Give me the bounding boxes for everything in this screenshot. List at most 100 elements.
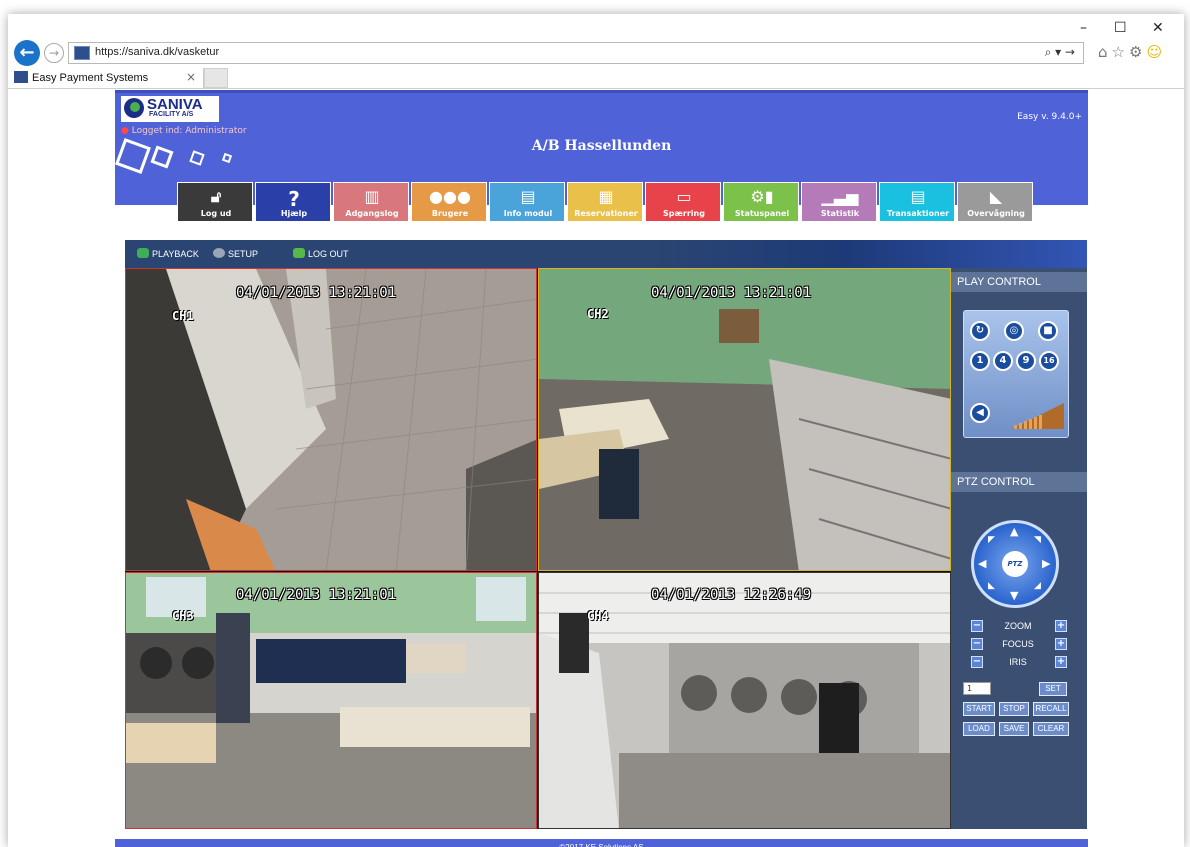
preset-number-input[interactable]: 1 xyxy=(963,682,991,695)
recall-button[interactable]: RECALL xyxy=(1033,702,1069,716)
bar-chart-icon: ▁▃▅ xyxy=(821,187,859,206)
save-button[interactable]: SAVE xyxy=(999,722,1029,736)
load-button[interactable]: LOAD xyxy=(963,722,995,736)
play-control-box: ↻ ◎ ■ 1 4 9 16 ◀ xyxy=(963,310,1069,438)
camera-channel-label: CH4 xyxy=(587,609,609,623)
camera-view-ch3[interactable]: 04/01/2013 13:21:01 CH3 xyxy=(125,572,537,829)
search-dropdown-icon[interactable]: ⌕ ▾ → xyxy=(1045,45,1075,60)
camera-channel-label: CH3 xyxy=(172,609,194,623)
browser-toolbar-icons: ⌂☆⚙☺ xyxy=(1098,43,1166,61)
nav-overvaagning[interactable]: ◣ Overvågning xyxy=(957,182,1033,222)
nav-transaktioner[interactable]: ▤ Transaktioner xyxy=(879,182,955,222)
set-button[interactable]: SET xyxy=(1039,682,1067,696)
ptz-down-icon[interactable]: ▼ xyxy=(1010,589,1018,602)
layout-4-button[interactable]: 4 xyxy=(993,351,1013,371)
camera-view-ch1[interactable]: 04/01/2013 13:21:01 CH1 xyxy=(125,268,537,571)
start-button[interactable]: START xyxy=(963,702,995,716)
camera-grid: 04/01/2013 13:21:01 CH1 04/01/2013 13:21… xyxy=(125,268,951,829)
card-lock-icon: ▭ xyxy=(676,187,692,206)
clear-button[interactable]: CLEAR xyxy=(1033,722,1069,736)
camera-view-ch2[interactable]: 04/01/2013 13:21:01 CH2 xyxy=(538,268,951,571)
version-label: Easy v. 9.4.0+ xyxy=(1017,112,1082,122)
play-control-title: PLAY CONTROL xyxy=(951,272,1087,292)
playback-button[interactable]: PLAYBACK xyxy=(137,248,199,259)
playback-icon xyxy=(137,248,149,258)
new-tab-button[interactable] xyxy=(204,68,228,88)
snapshot-icon[interactable]: ◎ xyxy=(1004,321,1024,341)
iris-control: − IRIS + xyxy=(971,656,1067,668)
record-video-icon[interactable]: ■ xyxy=(1038,321,1058,341)
ptz-up-right-icon[interactable]: ◥ xyxy=(1034,535,1041,545)
camera-view-ch4[interactable]: 04/01/2013 12:26:49 CH4 xyxy=(538,572,951,829)
question-icon: ? xyxy=(288,187,300,211)
logout-button[interactable]: LOG OUT xyxy=(293,248,349,259)
door-icon: ▥ xyxy=(364,187,380,206)
camera-timestamp: 04/01/2013 12:26:49 xyxy=(651,587,812,603)
nav-adgangslog[interactable]: ▥ Adgangslog xyxy=(333,182,409,222)
book-icon: ▤ xyxy=(520,187,536,206)
tab-favicon-icon xyxy=(14,71,28,83)
decor-square-icon xyxy=(221,152,233,164)
ptz-down-left-icon[interactable]: ◣ xyxy=(988,581,995,591)
forward-button[interactable]: → xyxy=(44,43,64,63)
focus-plus-button[interactable]: + xyxy=(1055,638,1067,650)
dvr-viewer: PLAYBACK SETUP LOG OUT 04/01/2013 13:21:… xyxy=(125,240,1087,829)
ptz-joystick[interactable]: ▲ ▼ ◀ ▶ ◤ ◥ ◣ ◢ PTZ xyxy=(971,520,1059,608)
nav-hjaelp[interactable]: ? Hjælp xyxy=(255,182,331,222)
logged-in-text: ● Logget ind: Administrator xyxy=(121,126,247,136)
gears-chart-icon: ⚙▮ xyxy=(750,187,774,206)
nav-log-ud[interactable]: 🔓︎ Log ud xyxy=(177,182,253,222)
nav-info-modul[interactable]: ▤ Info modul xyxy=(489,182,565,222)
settings-gear-icon[interactable]: ⚙ xyxy=(1129,43,1146,61)
dvr-toolbar: PLAYBACK SETUP LOG OUT xyxy=(125,240,1087,268)
saniva-logo-mark-icon xyxy=(124,98,144,118)
close-window-button[interactable]: ✕ xyxy=(1152,20,1164,36)
layout-1-button[interactable]: 1 xyxy=(970,351,990,371)
decor-square-icon xyxy=(189,150,205,166)
feedback-smiley-icon[interactable]: ☺ xyxy=(1146,43,1166,61)
url-text[interactable]: https://saniva.dk/vasketur xyxy=(95,46,219,58)
iris-plus-button[interactable]: + xyxy=(1055,656,1067,668)
favorites-star-icon[interactable]: ☆ xyxy=(1112,43,1129,61)
volume-slider[interactable] xyxy=(1012,403,1064,429)
layout-9-button[interactable]: 9 xyxy=(1016,351,1036,371)
users-icon: ●●● xyxy=(429,187,471,206)
site-favicon-icon xyxy=(74,46,90,60)
ptz-left-icon[interactable]: ◀ xyxy=(978,557,986,570)
ptz-center-button[interactable]: PTZ xyxy=(1002,551,1028,577)
logout-icon xyxy=(293,248,305,258)
camera-timestamp: 04/01/2013 13:21:01 xyxy=(651,285,812,301)
home-icon[interactable]: ⌂ xyxy=(1098,43,1112,61)
stop-button[interactable]: STOP xyxy=(999,702,1029,716)
ptz-right-icon[interactable]: ▶ xyxy=(1042,557,1050,570)
minimize-button[interactable]: – xyxy=(1080,20,1087,36)
ptz-up-icon[interactable]: ▲ xyxy=(1010,525,1018,538)
close-tab-icon[interactable]: × xyxy=(186,70,196,84)
maximize-button[interactable]: ☐ xyxy=(1114,20,1127,36)
nav-reservationer[interactable]: ▦ Reservationer xyxy=(567,182,643,222)
nav-statistik[interactable]: ▁▃▅ Statistik xyxy=(801,182,877,222)
browser-tab[interactable]: Easy Payment Systems × xyxy=(8,68,204,88)
ptz-control-title: PTZ CONTROL xyxy=(951,472,1087,492)
zoom-in-button[interactable]: + xyxy=(1055,620,1067,632)
ptz-down-right-icon[interactable]: ◢ xyxy=(1034,581,1041,591)
lock-icon: 🔓︎ xyxy=(210,187,222,206)
refresh-icon[interactable]: ↻ xyxy=(970,321,990,341)
nav-spaerring[interactable]: ▭ Spærring xyxy=(645,182,721,222)
setup-gear-icon xyxy=(213,248,225,258)
camera-channel-label: CH1 xyxy=(172,309,194,323)
back-button[interactable]: ← xyxy=(14,40,40,66)
nav-brugere[interactable]: ●●● Brugere xyxy=(411,182,487,222)
tab-title: Easy Payment Systems xyxy=(32,72,149,84)
camera-timestamp: 04/01/2013 13:21:01 xyxy=(236,285,397,301)
camera-icon: ◣ xyxy=(989,187,1003,206)
ptz-up-left-icon[interactable]: ◤ xyxy=(988,535,995,545)
volume-speaker-icon[interactable]: ◀ xyxy=(970,403,990,423)
nav-statuspanel[interactable]: ⚙▮ Statuspanel xyxy=(723,182,799,222)
control-panel: PLAY CONTROL ↻ ◎ ■ 1 4 9 16 ◀ PTZ CONTRO… xyxy=(951,268,1087,829)
camera-timestamp: 04/01/2013 13:21:01 xyxy=(236,587,397,603)
setup-button[interactable]: SETUP xyxy=(213,248,258,259)
layout-16-button[interactable]: 16 xyxy=(1039,351,1059,371)
address-bar[interactable]: https://saniva.dk/vasketur ⌕ ▾ → xyxy=(68,42,1084,64)
tab-divider xyxy=(8,88,1184,89)
